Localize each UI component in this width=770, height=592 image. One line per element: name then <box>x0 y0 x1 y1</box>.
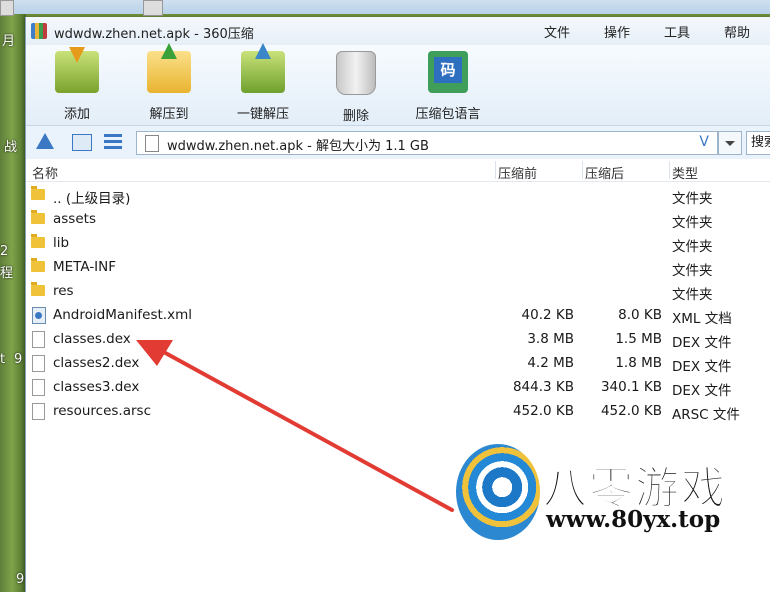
arrow-shaft <box>158 348 454 512</box>
watermark-url: www.80yx.top <box>546 506 721 533</box>
swirl-cloud-icon <box>456 444 540 540</box>
watermark-logo: 八零游戏 www.80yx.top <box>448 440 770 592</box>
